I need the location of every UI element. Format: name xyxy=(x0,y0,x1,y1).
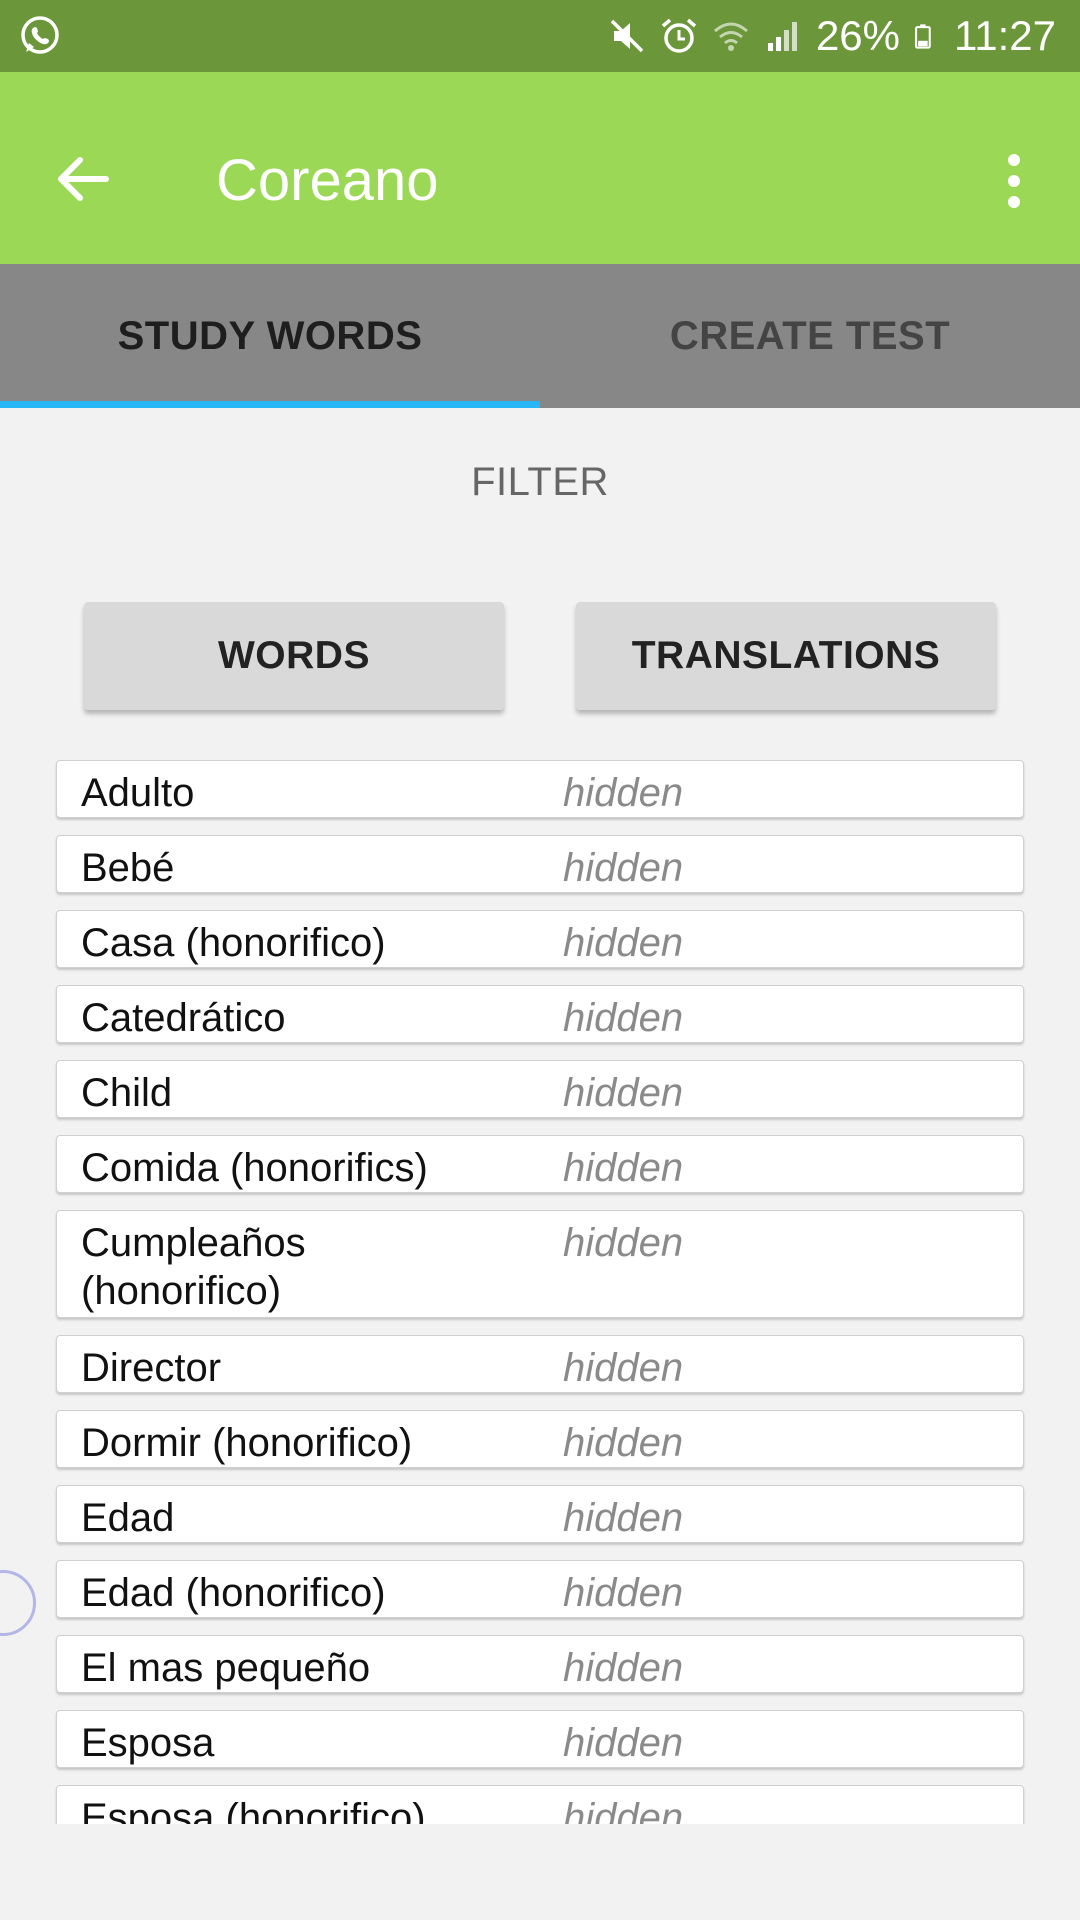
translation-text: hidden xyxy=(563,1071,684,1115)
word-text: El mas pequeño xyxy=(81,1646,371,1690)
translation-text: hidden xyxy=(563,1571,684,1615)
translation-text: hidden xyxy=(563,1796,684,1824)
tab-label: CREATE TEST xyxy=(669,313,951,358)
status-bar: 26% 11:27 xyxy=(0,0,1080,72)
word-text: Esposa xyxy=(81,1721,215,1765)
translation-text: hidden xyxy=(563,921,684,965)
list-item[interactable]: Catedrático hidden xyxy=(56,985,1024,1043)
list-item[interactable]: Edad hidden xyxy=(56,1485,1024,1543)
word-text: Cumpleaños (honorifico) xyxy=(81,1221,306,1313)
word-text: Child xyxy=(81,1071,173,1115)
translation-text: hidden xyxy=(563,1646,684,1690)
translation-text: hidden xyxy=(563,1421,684,1465)
word-text: Edad xyxy=(81,1496,175,1540)
translation-text: hidden xyxy=(563,1721,684,1765)
tab-study-words[interactable]: STUDY WORDS xyxy=(0,264,540,408)
app-bar xyxy=(0,72,1080,264)
signal-icon xyxy=(767,22,797,51)
list-item[interactable]: Dormir (honorifico) hidden xyxy=(56,1410,1024,1468)
translation-text: hidden xyxy=(563,1496,684,1540)
app-title: Coreano xyxy=(216,148,439,213)
tab-label: STUDY WORDS xyxy=(117,313,423,358)
tab-create-test[interactable]: CREATE TEST xyxy=(540,264,1080,408)
translation-text: hidden xyxy=(563,771,684,815)
more-vert-icon[interactable] xyxy=(992,150,1036,214)
status-icons: 26% 11:27 xyxy=(608,0,1056,72)
list-item[interactable]: Cumpleaños (honorifico) hidden xyxy=(56,1210,1024,1318)
wifi-icon xyxy=(713,22,748,51)
list-item[interactable]: Esposa (honorifico) hidden xyxy=(56,1785,1024,1824)
list-item[interactable]: Director hidden xyxy=(56,1335,1024,1393)
battery-percent: 26% xyxy=(815,12,900,59)
word-text: Adulto xyxy=(81,771,195,815)
list-item[interactable]: Casa (honorifico) hidden xyxy=(56,910,1024,968)
words-button[interactable]: WORDS xyxy=(84,602,504,710)
mute-icon xyxy=(610,19,644,53)
list-item[interactable]: Esposa hidden xyxy=(56,1710,1024,1768)
list-item[interactable]: Bebé hidden xyxy=(56,835,1024,893)
alarm-icon xyxy=(661,18,697,53)
translation-text: hidden xyxy=(563,846,684,890)
translation-text: hidden xyxy=(563,996,684,1040)
filter-label: FILTER xyxy=(471,460,609,504)
list-item[interactable]: Comida (honorifics) hidden xyxy=(56,1135,1024,1193)
word-text: Dormir (honorifico) xyxy=(81,1421,413,1465)
list-item[interactable]: Adulto hidden xyxy=(56,760,1024,818)
word-list[interactable]: Adulto hidden Bebé hidden Casa (honorifi… xyxy=(0,760,1080,1824)
translation-text: hidden xyxy=(563,1221,684,1265)
arrow-left-icon[interactable] xyxy=(50,146,116,212)
battery-icon xyxy=(915,24,931,49)
word-text: Comida (honorifics) xyxy=(81,1146,428,1190)
list-item[interactable]: El mas pequeño hidden xyxy=(56,1635,1024,1693)
tab-indicator xyxy=(0,401,540,408)
word-text: Bebé xyxy=(81,846,175,890)
word-text: Edad (honorifico) xyxy=(81,1571,386,1615)
word-text: Director xyxy=(81,1346,222,1390)
tab-bar: STUDY WORDS CREATE TEST xyxy=(0,264,1080,408)
clock: 11:27 xyxy=(954,12,1056,59)
translations-button[interactable]: TRANSLATIONS xyxy=(576,602,996,710)
translation-text: hidden xyxy=(563,1146,684,1190)
list-item[interactable]: Edad (honorifico) hidden xyxy=(56,1560,1024,1618)
list-item[interactable]: Child hidden xyxy=(56,1060,1024,1118)
word-text: Casa (honorifico) xyxy=(81,921,386,965)
whatsapp-icon xyxy=(21,16,59,54)
translation-text: hidden xyxy=(563,1346,684,1390)
word-text: Catedrático xyxy=(81,996,286,1040)
word-text: Esposa (honorifico) xyxy=(81,1796,426,1824)
